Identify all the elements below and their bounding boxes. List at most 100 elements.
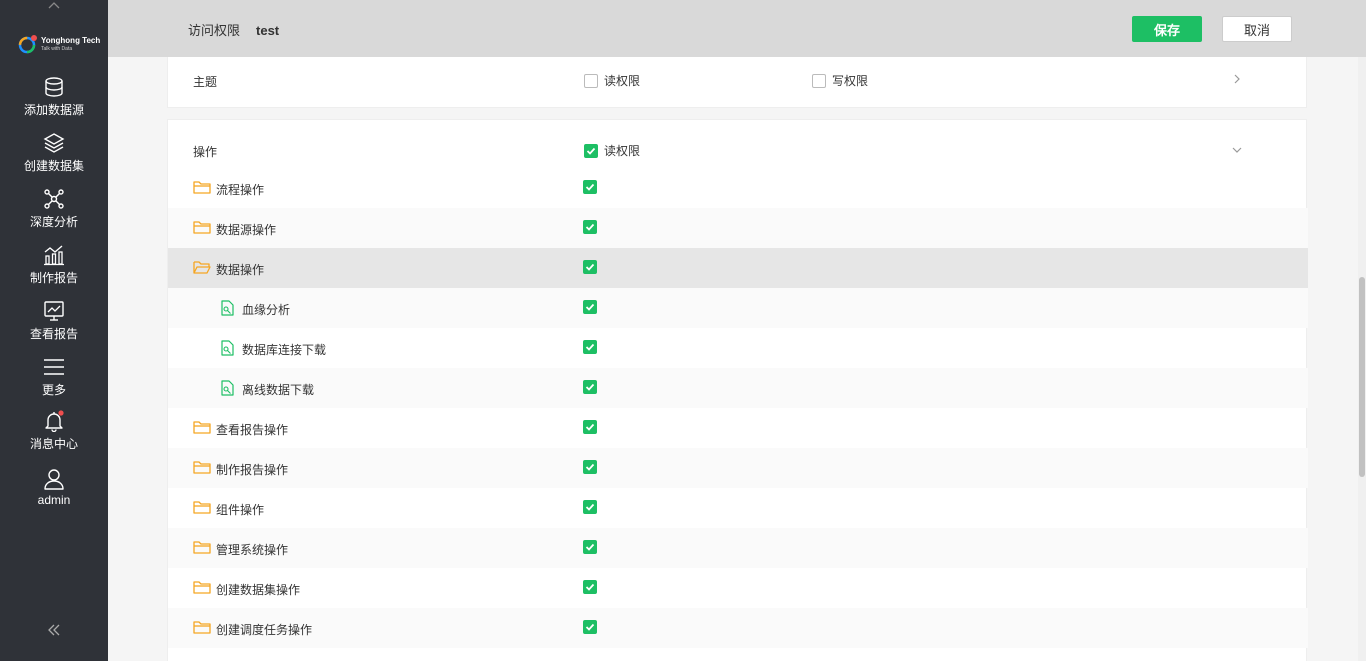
database-icon [45,77,63,97]
sidebar-collapse-up-icon[interactable] [0,0,108,16]
row-checkbox-checked-icon[interactable] [583,260,597,274]
main-content: 主题 读权限 写权限 操作 读权限 流程操作 数据源操作 数据操作 血缘分析 数… [108,57,1358,661]
row-checkbox-checked-icon[interactable] [583,540,597,554]
operation-read-label: 读权限 [604,144,641,158]
cancel-button[interactable]: 取消 [1222,16,1292,42]
operation-label: 操作 [193,145,218,159]
folder-icon [193,221,211,234]
file-key-icon [221,300,234,316]
save-button[interactable]: 保存 [1132,16,1202,42]
nav-deep-analysis[interactable]: 深度分析 [0,188,108,238]
tree-row-lineage-analysis[interactable]: 血缘分析 [168,288,1308,328]
file-key-icon [221,340,234,356]
logo[interactable]: Yonghong Tech Talk with Data [18,26,101,62]
page-title-text: 访问权限 [188,23,241,38]
tree-row-label: 查看报告操作 [216,423,289,437]
row-checkbox-checked-icon[interactable] [583,340,597,354]
folder-icon [193,581,211,594]
tree-row-datasource-ops[interactable]: 数据源操作 [168,208,1308,248]
tree-row-component-ops[interactable]: 组件操作 [168,488,1308,528]
theme-write-label: 写权限 [832,74,869,88]
nav-add-datasource[interactable]: 添加数据源 [0,76,108,126]
operation-read-checkbox[interactable]: 读权限 [584,142,640,159]
network-icon [44,189,64,209]
nav-label: 更多 [41,383,66,397]
nav-label: 消息中心 [29,437,78,451]
tree-row-db-connection-download[interactable]: 数据库连接下载 [168,328,1308,368]
row-checkbox-checked-icon[interactable] [583,580,597,594]
folder-icon [193,181,211,194]
tree-row-make-report-ops[interactable]: 制作报告操作 [168,448,1308,488]
tree-row-offline-data-download[interactable]: 离线数据下载 [168,368,1308,408]
nav-create-dataset[interactable]: 创建数据集 [0,132,108,182]
nav-view-report[interactable]: 查看报告 [0,300,108,350]
nav-label: 添加数据源 [23,103,84,117]
folder-open-icon [193,261,211,274]
sidebar: Yonghong Tech Talk with Data 添加数据源 创建数据集… [0,0,108,661]
row-checkbox-checked-icon[interactable] [583,620,597,634]
bell-icon [45,410,64,432]
chevron-right-icon[interactable] [1231,73,1243,85]
nav-label: admin [37,493,71,507]
theme-read-checkbox[interactable]: 读权限 [584,72,640,89]
page-title: 访问权限 test [188,20,279,39]
vertical-scrollbar[interactable] [1358,57,1366,661]
logo-name: Yonghong Tech [41,35,101,45]
theme-write-checkbox[interactable]: 写权限 [812,72,868,89]
tree-row-data-ops[interactable]: 数据操作 [168,248,1308,288]
checkbox-unchecked-icon [584,73,598,88]
tree-row-label: 组件操作 [216,503,265,517]
logo-tagline: Talk with Data [41,45,73,52]
row-checkbox-checked-icon[interactable] [583,460,597,474]
tree-row-label: 数据源操作 [216,223,277,237]
folder-icon [193,541,211,554]
tree-row-label: 创建调度任务操作 [216,623,313,637]
logo-mark-icon [18,34,38,54]
tree-row-view-report-ops[interactable]: 查看报告操作 [168,408,1308,448]
scrollbar-thumb[interactable] [1359,277,1365,477]
tree-row-label: 数据操作 [216,263,265,277]
folder-icon [193,461,211,474]
nav-label: 制作报告 [29,271,78,285]
tree-row-label: 管理系统操作 [216,543,289,557]
collapse-sidebar-icon[interactable] [44,620,64,640]
checkbox-checked-icon [584,143,598,158]
theme-label: 主题 [193,75,218,89]
row-checkbox-checked-icon[interactable] [583,500,597,514]
folder-icon [193,421,211,434]
tree-row-label: 创建数据集操作 [216,583,301,597]
theme-read-label: 读权限 [604,74,641,88]
nav-label: 查看报告 [29,327,78,341]
tree-row-flow-ops[interactable]: 流程操作 [168,168,1308,208]
chevron-down-icon[interactable] [1231,144,1243,156]
tree-row-create-dataset-ops[interactable]: 创建数据集操作 [168,568,1308,608]
user-icon [44,469,64,490]
nav-label: 创建数据集 [23,159,84,173]
row-checkbox-checked-icon[interactable] [583,300,597,314]
menu-icon [44,359,64,375]
operation-permission-panel: 操作 读权限 流程操作 数据源操作 数据操作 血缘分析 数据库连接下载 离线数据… [167,119,1308,661]
nav-label: 深度分析 [29,215,78,229]
nav-message-center[interactable]: 消息中心 [0,410,108,460]
tree-row-admin-system-ops[interactable]: 管理系统操作 [168,528,1308,568]
header: 访问权限 test 保存 取消 [108,0,1366,57]
nav-more[interactable]: 更多 [0,356,108,406]
row-checkbox-checked-icon[interactable] [583,380,597,394]
folder-icon [193,501,211,514]
row-checkbox-checked-icon[interactable] [583,180,597,194]
theme-permission-panel: 主题 读权限 写权限 [167,57,1307,108]
checkbox-unchecked-icon [812,73,826,88]
row-checkbox-checked-icon[interactable] [583,220,597,234]
tree-row-label: 制作报告操作 [216,463,289,477]
tree-row-create-schedule-ops[interactable]: 创建调度任务操作 [168,608,1308,648]
page-subtitle: test [256,23,280,38]
tree-row-label: 离线数据下载 [242,383,315,397]
tree-row-label: 血缘分析 [242,303,291,317]
tree-row-label: 数据库连接下载 [242,343,327,357]
layers-icon [43,133,65,153]
nav-make-report[interactable]: 制作报告 [0,244,108,294]
file-key-icon [221,380,234,396]
monitor-icon [44,301,64,321]
row-checkbox-checked-icon[interactable] [583,420,597,434]
nav-user-admin[interactable]: admin [0,468,108,518]
